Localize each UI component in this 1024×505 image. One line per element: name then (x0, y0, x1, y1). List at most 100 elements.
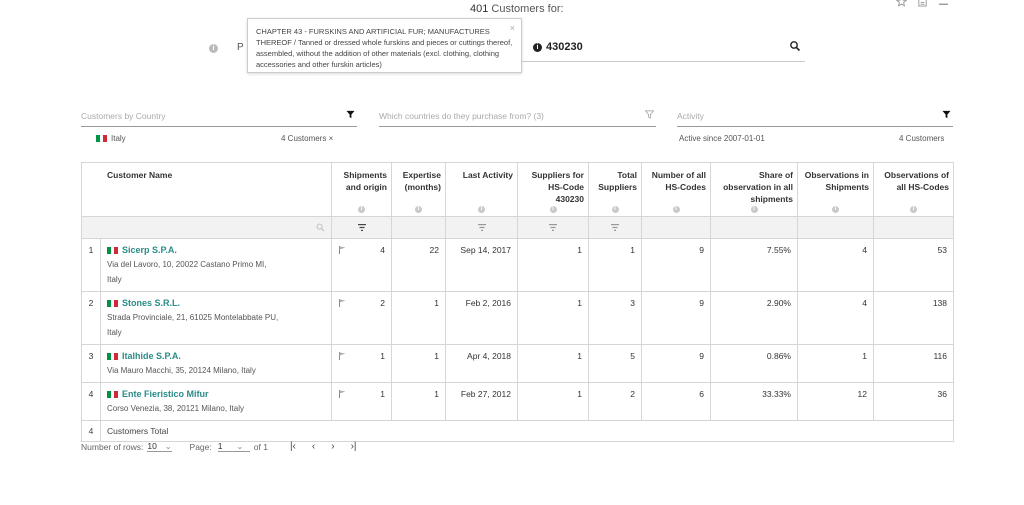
info-icon[interactable]: i (358, 206, 365, 213)
col-suppliers-hs[interactable]: Suppliers for HS-Code 430230 i (517, 162, 589, 217)
col-total-suppliers[interactable]: Total Suppliers i (588, 162, 642, 217)
last-activity-cell: Apr 4, 2018 (445, 344, 518, 383)
info-icon[interactable]: i (415, 206, 422, 213)
info-icon[interactable]: i (209, 44, 218, 53)
col-number-hs[interactable]: Number of all HS-Codes i (641, 162, 711, 217)
info-icon[interactable]: i (478, 206, 485, 213)
info-icon[interactable]: i (611, 206, 619, 213)
info-icon[interactable]: i (549, 206, 557, 213)
col-last-activity[interactable]: Last Activity i (445, 162, 518, 217)
tooltip-close-icon[interactable]: × (510, 23, 515, 34)
header-icons (895, 0, 949, 10)
col-obs-shipments[interactable]: Observations in Shipments i (797, 162, 874, 217)
funnel-filled-icon[interactable] (942, 110, 951, 119)
next-page-icon[interactable]: › (331, 441, 334, 452)
name-search-cell[interactable] (81, 216, 332, 239)
rows-per-page-select[interactable]: 10 ⌄ (147, 441, 172, 452)
customer-name-link[interactable]: Stones S.R.L. (122, 298, 180, 308)
sort-icon[interactable] (611, 224, 619, 231)
title-suffix: Customers for: (488, 3, 564, 15)
customer-name-link[interactable]: Sicerp S.P.A. (122, 245, 177, 255)
table-row[interactable]: 1 Sicerp S.P.A. Via del Lavoro, 10, 2002… (81, 238, 954, 292)
last-activity-sort-cell[interactable] (445, 216, 518, 239)
expertise-cell: 1 (391, 291, 446, 345)
sort-icon[interactable] (549, 224, 557, 231)
share-cell: 0.86% (710, 344, 798, 383)
purchase-filter-placeholder: Which countries do they purchase from? (… (379, 111, 544, 121)
info-icon[interactable]: i (832, 206, 839, 213)
last-activity-cell: Sep 14, 2017 (445, 238, 518, 292)
col-share[interactable]: Share of observation in all shipments i (710, 162, 798, 217)
country-filter[interactable]: Customers by Country (81, 108, 357, 127)
info-icon[interactable]: i (672, 206, 680, 213)
customer-cell: Italhide S.P.A. Via Mauro Macchi, 35, 20… (100, 344, 332, 383)
expertise-cell: 1 (391, 344, 446, 383)
activity-filter[interactable]: Activity (677, 108, 953, 127)
prev-page-icon[interactable]: ‹ (312, 441, 315, 452)
total-suppliers-cell: 2 (588, 382, 642, 421)
footer-count: 4 (81, 420, 101, 442)
col-shipments[interactable]: Shipments and origin i (331, 162, 392, 217)
col-expertise[interactable]: Expertise (months) i (391, 162, 446, 217)
search-icon[interactable] (789, 40, 801, 52)
italy-flag-icon (107, 353, 118, 361)
flag-icon[interactable] (339, 352, 346, 360)
shipments-cell[interactable]: 4 (331, 238, 392, 292)
country-filter-placeholder: Customers by Country (81, 111, 166, 121)
suppliers-hs-cell: 1 (517, 382, 589, 421)
suppliers-hs-sort-cell[interactable] (517, 216, 589, 239)
row-index: 2 (81, 291, 101, 345)
number-hs-sort-cell[interactable] (641, 216, 711, 239)
flag-icon[interactable] (339, 299, 346, 307)
customer-address: Corso Venezia, 38, 20121 Milano, Italy (107, 404, 244, 413)
shipments-sort-cell[interactable] (331, 216, 392, 239)
customer-name-link[interactable]: Italhide S.P.A. (122, 351, 181, 361)
chevron-down-icon: ⌄ (236, 442, 244, 451)
purchase-country-filter[interactable]: Which countries do they purchase from? (… (379, 108, 656, 127)
last-page-icon[interactable]: ›| (351, 441, 357, 452)
info-icon[interactable]: i (910, 206, 917, 213)
footer-label: Customers Total (100, 420, 954, 442)
first-page-icon[interactable]: |‹ (290, 441, 296, 452)
sort-active-icon[interactable] (357, 224, 366, 231)
country-chip-count[interactable]: 4 Customers × (281, 134, 333, 143)
total-suppliers-sort-cell[interactable] (588, 216, 642, 239)
obs-shipments-sort-cell[interactable] (797, 216, 874, 239)
funnel-filled-icon[interactable] (346, 110, 355, 119)
star-icon[interactable] (895, 0, 908, 10)
page-title: 401 Customers for: (470, 3, 564, 15)
table-row[interactable]: 4 Ente Fieristico Mifur Corso Venezia, 3… (81, 382, 954, 421)
flag-icon[interactable] (339, 390, 346, 398)
table-filter-row (81, 216, 954, 239)
table-row[interactable]: 2 Stones S.R.L. Strada Provinciale, 21, … (81, 291, 954, 345)
customer-address: Strada Provinciale, 21, 61025 Montelabba… (107, 313, 279, 337)
col-obs-all[interactable]: Observations of all HS-Codes i (873, 162, 954, 217)
sort-icon[interactable] (477, 224, 486, 231)
document-icon[interactable] (917, 0, 928, 10)
col-customer-name[interactable]: Customer Name (81, 162, 332, 217)
shipments-cell[interactable]: 1 (331, 382, 392, 421)
hs-code-display[interactable]: i 430230 (533, 41, 583, 53)
flag-icon[interactable] (339, 246, 346, 254)
country-chip[interactable]: Italy (96, 134, 126, 143)
search-icon[interactable] (316, 223, 325, 232)
suppliers-hs-cell: 1 (517, 344, 589, 383)
shipments-cell[interactable]: 2 (331, 291, 392, 345)
funnel-outline-icon[interactable] (645, 110, 654, 119)
italy-flag-icon (107, 300, 118, 308)
share-sort-cell[interactable] (710, 216, 798, 239)
customer-name-link[interactable]: Ente Fieristico Mifur (122, 389, 209, 399)
table-row[interactable]: 3 Italhide S.P.A. Via Mauro Macchi, 35, … (81, 344, 954, 383)
menu-icon[interactable] (938, 0, 949, 10)
expertise-sort-cell[interactable] (391, 216, 446, 239)
obs-all-sort-cell[interactable] (873, 216, 954, 239)
obs-all-cell: 116 (873, 344, 954, 383)
expertise-cell: 1 (391, 382, 446, 421)
hs-info-icon[interactable]: i (533, 42, 542, 52)
row-index: 1 (81, 238, 101, 292)
shipments-cell[interactable]: 1 (331, 344, 392, 383)
page-select[interactable]: 1 ⌄ (217, 441, 250, 452)
info-icon[interactable]: i (750, 206, 758, 213)
hs-code-tooltip: CHAPTER 43 - FURSKINS AND ARTIFICIAL FUR… (247, 18, 522, 73)
obs-all-cell: 53 (873, 238, 954, 292)
